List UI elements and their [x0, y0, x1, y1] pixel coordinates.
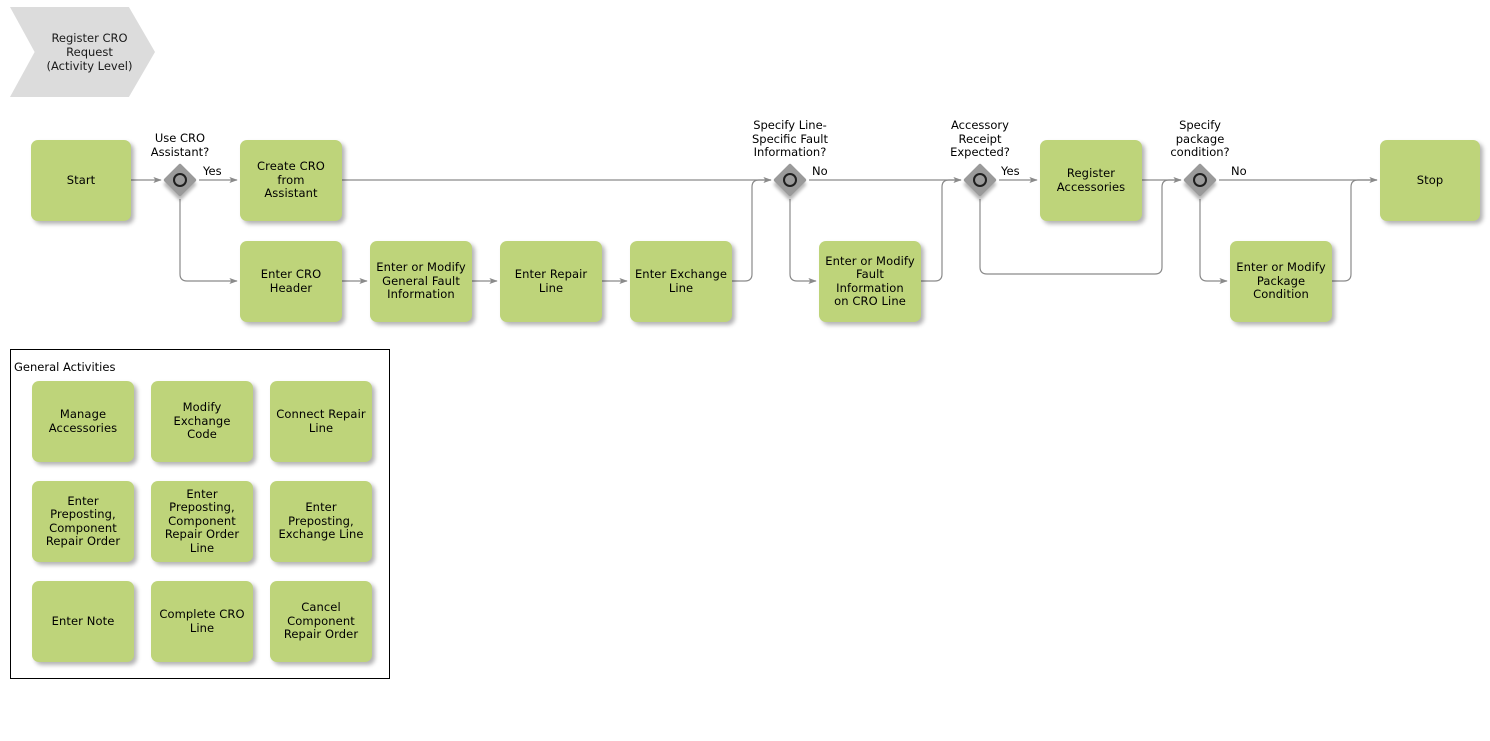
task-label: Enter Preposting, Exchange Line — [278, 500, 364, 542]
task-stop[interactable]: Stop — [1380, 140, 1480, 221]
task-start[interactable]: Start — [31, 140, 131, 221]
task-label: Enter Preposting, Component Repair Order — [45, 493, 121, 548]
task-label: Enter or Modify Fault Information on CRO L… — [825, 253, 915, 308]
gateway-ring-icon — [173, 173, 187, 187]
task-label: Enter or Modify General Fault Information — [376, 260, 466, 302]
gateway-ring-icon — [783, 173, 797, 187]
edge-gw1-no — [179, 199, 238, 285]
task-label: Connect Repair Line — [276, 407, 366, 435]
edge-faultline-to-gw3 — [921, 179, 961, 282]
diagram-canvas: Register CRO Request (Activity Level) St… — [0, 0, 1490, 741]
general-activity-cancel-cro[interactable]: Cancel Component Repair Order — [270, 581, 372, 662]
general-activity-enter-note[interactable]: Enter Note — [32, 581, 134, 662]
general-activities-group: General Activities Manage Accessories Modi… — [10, 349, 390, 679]
edge-exchange-to-gw2 — [732, 179, 771, 282]
gateway-caption-specify-package: Specify package condition? — [1170, 118, 1230, 159]
general-activity-enter-preposting-cro-line[interactable]: Enter Preposting, Component Repair Order Lin… — [151, 481, 253, 562]
task-enter-modify-general[interactable]: Enter or Modify General Fault Information — [370, 241, 472, 322]
task-label: Modify Exchange Code — [173, 400, 231, 442]
general-activity-manage-accessories[interactable]: Manage Accessories — [32, 381, 134, 462]
banner-label: Register CRO Request (Activity Level) — [46, 31, 133, 73]
edge-label-no-specify-line-fault: No — [812, 164, 828, 178]
general-activity-complete-cro-line[interactable]: Complete CRO Line — [151, 581, 253, 662]
edge-gw2-yes — [789, 199, 817, 285]
task-label: Enter Exchange Line — [634, 267, 728, 295]
task-label: Cancel Component Repair Order — [283, 600, 359, 642]
task-label: Stop — [1416, 172, 1444, 187]
task-label: Manage Accessories — [48, 407, 118, 435]
gateway-caption-accessory-receipt: Accessory Receipt Expected? — [950, 118, 1010, 159]
general-activity-enter-preposting-cro[interactable]: Enter Preposting, Component Repair Order — [32, 481, 134, 562]
task-create-cro-assistant[interactable]: Create CRO from Assistant — [240, 140, 342, 221]
task-label: Enter CRO Header — [260, 267, 322, 295]
task-label: Complete CRO Line — [159, 607, 245, 635]
general-activity-enter-preposting-exchange[interactable]: Enter Preposting, Exchange Line — [270, 481, 372, 562]
general-activity-modify-exchange-code[interactable]: Modify Exchange Code — [151, 381, 253, 462]
task-label: Enter or Modify Package Condition — [1236, 260, 1326, 302]
task-register-accessories[interactable]: Register Accessories — [1040, 140, 1142, 221]
task-enter-exchange-line[interactable]: Enter Exchange Line — [630, 241, 732, 322]
gateway-ring-icon — [973, 173, 987, 187]
task-enter-modify-package[interactable]: Enter or Modify Package Condition — [1230, 241, 1332, 322]
gateway-specify-package[interactable] — [1183, 163, 1217, 197]
task-label: Create CRO from Assistant — [257, 159, 325, 201]
task-label: Enter Repair Line — [514, 267, 588, 295]
gateway-specify-line-fault[interactable] — [773, 163, 807, 197]
task-enter-modify-fault-line[interactable]: Enter or Modify Fault Information on CRO L… — [819, 241, 921, 322]
general-activities-title: General Activities — [14, 360, 116, 374]
pool-banner: Register CRO Request (Activity Level) — [10, 7, 155, 97]
task-label: Register Accessories — [1056, 166, 1126, 194]
general-activity-connect-repair-line[interactable]: Connect Repair Line — [270, 381, 372, 462]
edge-gw4-yes — [1199, 199, 1228, 285]
gateway-ring-icon — [1193, 173, 1207, 187]
task-label: Enter Preposting, Component Repair Order Lin… — [164, 486, 240, 555]
edge-label-yes-accessory-receipt: Yes — [1001, 164, 1020, 178]
gateway-caption-use-cro-assistant: Use CRO Assistant? — [150, 131, 210, 159]
task-label: Enter Note — [51, 613, 115, 628]
task-label: Start — [66, 172, 96, 187]
edge-label-no-specify-package: No — [1231, 164, 1247, 178]
task-enter-repair-line[interactable]: Enter Repair Line — [500, 241, 602, 322]
gateway-caption-specify-line-fault: Specify Line- Specific Fault Information… — [751, 118, 828, 159]
task-enter-cro-header[interactable]: Enter CRO Header — [240, 241, 342, 322]
gateway-accessory-receipt[interactable] — [963, 163, 997, 197]
gateway-use-cro-assistant[interactable] — [163, 163, 197, 197]
edge-package-to-stop — [1332, 179, 1377, 282]
edge-label-yes-use-cro-assistant: Yes — [203, 164, 222, 178]
